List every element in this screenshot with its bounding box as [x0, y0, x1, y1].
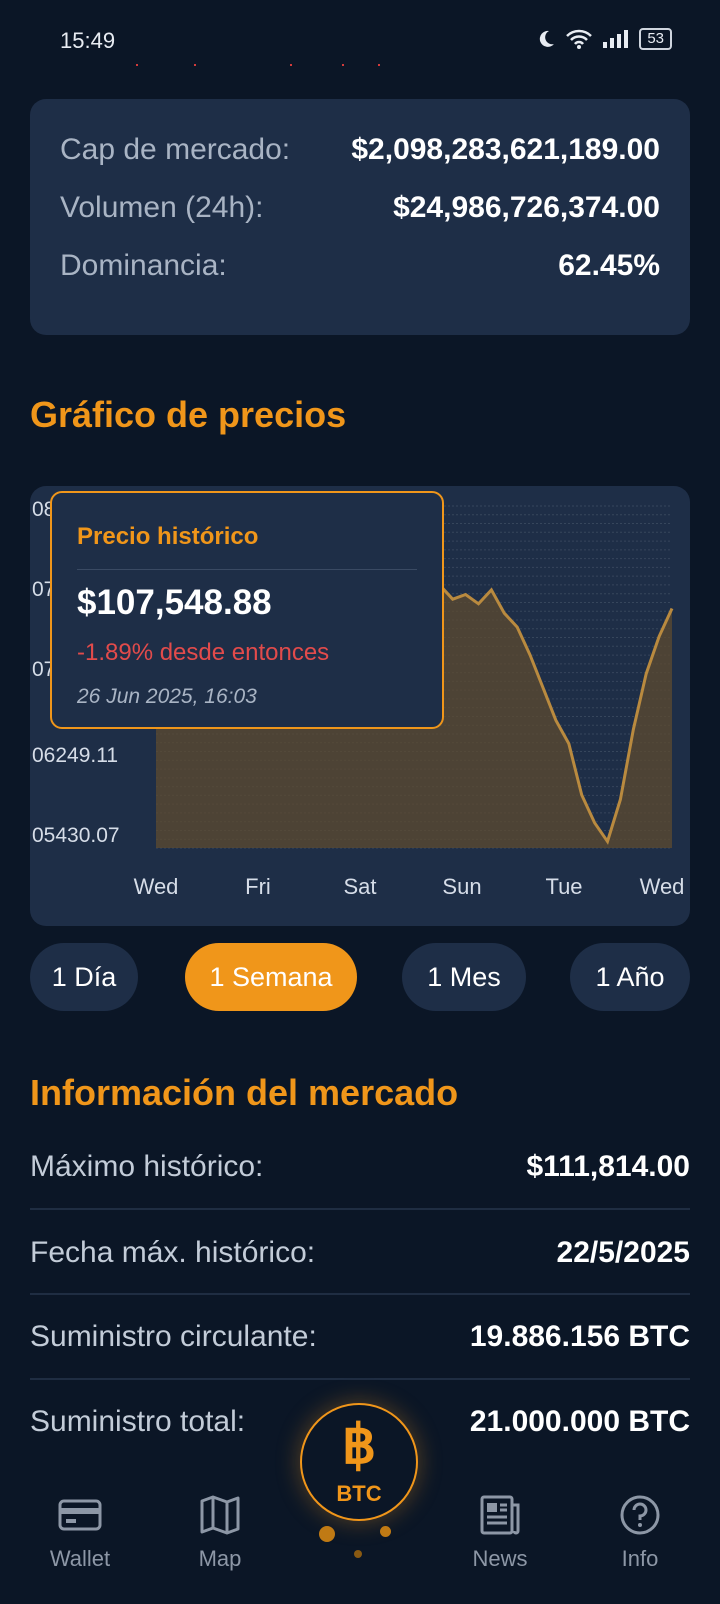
- info-label: Máximo histórico:: [30, 1150, 264, 1183]
- market-stats-card: Cap de mercado: $2,098,283,621,189.00 Vo…: [30, 99, 690, 335]
- nav-wallet[interactable]: Wallet: [20, 1490, 140, 1572]
- status-icons: 53: [535, 28, 672, 50]
- stat-value: 62.45%: [558, 249, 660, 282]
- info-icon: [620, 1495, 660, 1535]
- nav-map[interactable]: Map: [160, 1490, 280, 1572]
- status-bar: 15:49 53: [0, 0, 720, 70]
- x-tick-label: Sat: [343, 874, 377, 899]
- btc-center-button[interactable]: ฿ BTC: [300, 1403, 418, 1521]
- btc-label: BTC: [336, 1481, 382, 1506]
- price-chart[interactable]: 08 07 07 06249.11 05430.07 Wed Fri Sat S…: [30, 486, 690, 926]
- range-1y-button[interactable]: 1 Año: [570, 943, 690, 1011]
- signal-icon: [603, 30, 629, 48]
- ath-row: Máximo histórico: $111,814.00: [30, 1150, 690, 1184]
- tooltip-title: Precio histórico: [77, 523, 259, 550]
- range-1w-button[interactable]: 1 Semana: [185, 943, 357, 1011]
- battery-indicator: 53: [639, 28, 672, 50]
- scroll-artifact: [130, 64, 390, 66]
- x-tick-label: Sun: [442, 874, 482, 899]
- info-label: Suministro circulante:: [30, 1320, 317, 1353]
- divider: [30, 1208, 690, 1210]
- nav-label: Map: [198, 1546, 242, 1571]
- info-value: 22/5/2025: [556, 1236, 690, 1269]
- divider: [30, 1378, 690, 1380]
- dominance-row: Dominancia: 62.45%: [60, 249, 660, 283]
- chart-section-title: Gráfico de precios: [30, 394, 347, 435]
- tooltip-change: -1.89% desde entonces: [77, 639, 330, 666]
- ath-date-row: Fecha máx. histórico: 22/5/2025: [30, 1236, 690, 1270]
- decor-dot: [380, 1526, 391, 1537]
- info-label: Suministro total:: [30, 1405, 246, 1438]
- bitcoin-icon: ฿: [341, 1415, 377, 1475]
- x-tick-label: Tue: [545, 874, 583, 899]
- stat-label: Cap de mercado:: [60, 133, 291, 166]
- info-label: Fecha máx. histórico:: [30, 1236, 316, 1269]
- y-tick-label: 06249.11: [32, 744, 119, 767]
- nav-news[interactable]: News: [440, 1490, 560, 1572]
- y-tick-label: 05430.07: [32, 824, 120, 847]
- wallet-icon: [58, 1499, 102, 1531]
- circulating-supply-row: Suministro circulante: 19.886.156 BTC: [30, 1320, 690, 1354]
- range-1d-button[interactable]: 1 Día: [30, 943, 138, 1011]
- tooltip-price: $107,548.88: [77, 583, 272, 622]
- decor-dot: [319, 1526, 335, 1542]
- status-time: 15:49: [60, 28, 116, 53]
- news-icon: [480, 1495, 520, 1535]
- stat-label: Volumen (24h):: [60, 191, 264, 224]
- info-value: $111,814.00: [526, 1150, 690, 1183]
- x-tick-label: Wed: [133, 874, 179, 899]
- market-cap-row: Cap de mercado: $2,098,283,621,189.00: [60, 133, 660, 167]
- info-value: 19.886.156 BTC: [469, 1320, 690, 1353]
- decor-dot: [354, 1550, 362, 1558]
- stat-value: $24,986,726,374.00: [393, 191, 660, 224]
- nav-info[interactable]: Info: [580, 1490, 700, 1572]
- stat-label: Dominancia:: [60, 249, 227, 282]
- market-info-title: Información del mercado: [30, 1072, 459, 1113]
- price-tooltip: Precio histórico $107,548.88 -1.89% desd…: [50, 491, 444, 729]
- x-tick-label: Wed: [639, 874, 685, 899]
- volume-row: Volumen (24h): $24,986,726,374.00: [60, 191, 660, 225]
- wifi-icon: [566, 29, 593, 49]
- stat-value: $2,098,283,621,189.00: [351, 133, 660, 166]
- tooltip-divider: [77, 569, 417, 570]
- x-tick-label: Fri: [245, 874, 271, 899]
- nav-label: Wallet: [49, 1546, 111, 1571]
- nav-label: News: [472, 1546, 528, 1571]
- info-value: 21.000.000 BTC: [469, 1405, 690, 1438]
- tooltip-date: 26 Jun 2025, 16:03: [77, 685, 257, 708]
- divider: [30, 1293, 690, 1295]
- range-1m-button[interactable]: 1 Mes: [402, 943, 526, 1011]
- map-icon: [200, 1495, 240, 1535]
- moon-icon: [540, 30, 555, 47]
- nav-label: Info: [621, 1546, 659, 1571]
